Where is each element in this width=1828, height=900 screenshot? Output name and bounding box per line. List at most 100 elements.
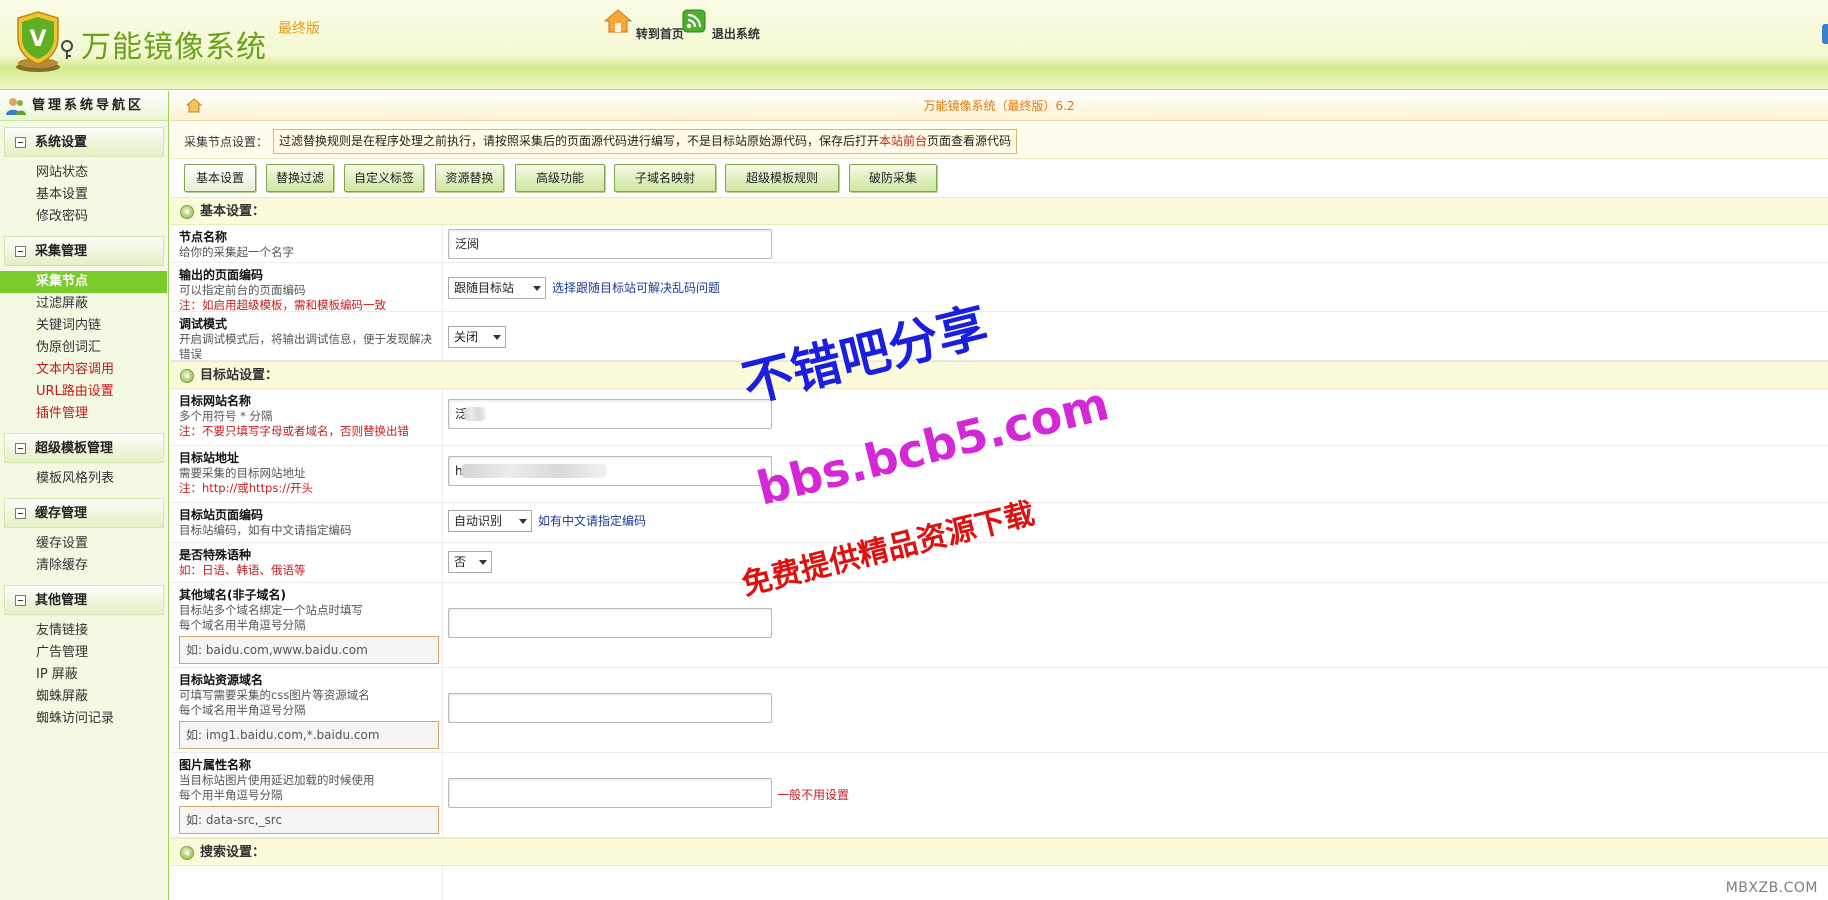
group-head-collect[interactable]: 采集管理 bbox=[4, 236, 164, 266]
dropdown-arrow-icon bbox=[533, 286, 541, 291]
notice-bar: 采集节点设置： 过滤替换规则是在程序处理之前执行，请按照采集后的页面源代码进行编… bbox=[170, 121, 1828, 159]
exit-system-button[interactable]: 退出系统 bbox=[680, 8, 760, 42]
group-cache: 缓存管理 缓存设置 清除缓存 bbox=[0, 498, 168, 579]
group-head-system[interactable]: 系统设置 bbox=[4, 127, 164, 157]
field-desc: 可以指定前台的页面编码 bbox=[179, 283, 306, 297]
field-note: 注：不要只填写字母或者域名，否则替换出错 bbox=[179, 424, 409, 438]
row-search-placeholder bbox=[170, 866, 1828, 900]
field-title: 是否特殊语种 bbox=[179, 548, 252, 562]
page-title: 万能镜像系统（最终版）6.2 bbox=[923, 99, 1075, 113]
field-desc: 给你的采集起一个名字 bbox=[179, 245, 294, 259]
menu-item-clear-cache[interactable]: 清除缓存 bbox=[0, 555, 168, 577]
menu-item-filter-block[interactable]: 过滤屏蔽 bbox=[0, 293, 168, 315]
blurred-text bbox=[461, 464, 607, 478]
example-box: 如: img1.baidu.com,*.baidu.com bbox=[179, 721, 439, 749]
field-title: 调试模式 bbox=[179, 317, 228, 331]
field-title: 输出的页面编码 bbox=[179, 268, 264, 282]
menu-item-plugins[interactable]: 插件管理 bbox=[0, 403, 168, 425]
menu-item-url-route[interactable]: URL路由设置 bbox=[0, 381, 168, 403]
group-label: 其他管理 bbox=[35, 593, 88, 608]
exit-system-label: 退出系统 bbox=[711, 27, 760, 41]
tab-replace-filter[interactable]: 替换过滤 bbox=[266, 164, 334, 192]
row-target-encoding: 目标站页面编码 目标站编码，如有中文请指定编码 自动识别 如有中文请指定编码 bbox=[170, 503, 1828, 543]
notice-label: 采集节点设置： bbox=[184, 135, 269, 149]
field-title: 目标站资源域名 bbox=[179, 673, 264, 687]
dropdown-arrow-icon bbox=[479, 560, 487, 565]
arrow-left-icon bbox=[180, 205, 194, 219]
menu-item-ads[interactable]: 广告管理 bbox=[0, 642, 168, 664]
output-encoding-select[interactable]: 跟随目标站 bbox=[448, 277, 546, 299]
row-target-url: 目标站地址 需要采集的目标网站地址 注：http://或https://开头 h bbox=[170, 446, 1828, 503]
example-box: 如: baidu.com,www.baidu.com bbox=[179, 636, 439, 664]
debug-mode-select[interactable]: 关闭 bbox=[448, 326, 506, 348]
tab-advanced[interactable]: 高级功能 bbox=[515, 164, 605, 192]
group-head-other[interactable]: 其他管理 bbox=[4, 585, 164, 615]
group-templates: 超级模板管理 模板风格列表 bbox=[0, 433, 168, 492]
row-debug-mode: 调试模式 开启调试模式后，将输出调试信息，便于发现解决错误 关闭 bbox=[170, 312, 1828, 361]
target-encoding-select[interactable]: 自动识别 bbox=[448, 510, 532, 532]
field-note: 注：http://或https://开头 bbox=[179, 481, 313, 495]
notice-frontend-link[interactable]: 本站前台 bbox=[879, 134, 927, 148]
menu-item-collect-node[interactable]: 采集节点 bbox=[0, 271, 167, 293]
field-title: 目标网站名称 bbox=[179, 394, 252, 408]
resource-domains-input[interactable] bbox=[448, 693, 772, 723]
target-encoding-hint: 如有中文请指定编码 bbox=[538, 514, 647, 528]
sidebar: 管理系统导航区 系统设置 网站状态 基本设置 修改密码 采集管理 采集节点 过滤… bbox=[0, 91, 169, 900]
tab-basic-settings[interactable]: 基本设置 bbox=[184, 164, 256, 192]
menu-item-change-password[interactable]: 修改密码 bbox=[0, 206, 168, 228]
field-title: 图片属性名称 bbox=[179, 758, 252, 772]
menu-item-cache-settings[interactable]: 缓存设置 bbox=[0, 533, 168, 555]
menu-item-ip-block[interactable]: IP 屏蔽 bbox=[0, 664, 168, 686]
menu-item-text-content[interactable]: 文本内容调用 bbox=[0, 359, 168, 381]
menu-item-keyword-links[interactable]: 关键词内链 bbox=[0, 315, 168, 337]
tab-custom-tags[interactable]: 自定义标签 bbox=[344, 164, 424, 192]
other-domains-input[interactable] bbox=[448, 608, 772, 638]
arrow-left-icon bbox=[180, 369, 194, 383]
field-desc: 目标站编码，如有中文请指定编码 bbox=[179, 523, 352, 537]
menu-item-friend-links[interactable]: 友情链接 bbox=[0, 620, 168, 642]
example-box: 如: data-src,_src bbox=[179, 806, 439, 834]
blurred-text bbox=[464, 407, 486, 421]
collapse-icon bbox=[15, 246, 26, 257]
section-target: 目标站设置： bbox=[170, 361, 1828, 389]
go-home-button[interactable]: 转到首页 bbox=[603, 8, 684, 42]
tab-anti-protect[interactable]: 破防采集 bbox=[849, 164, 937, 192]
output-encoding-hint: 选择跟随目标站可解决乱码问题 bbox=[552, 281, 721, 295]
arrow-left-icon bbox=[180, 846, 194, 860]
side-tab-handle[interactable] bbox=[1822, 24, 1828, 44]
shield-logo-icon: V bbox=[16, 11, 60, 72]
dropdown-arrow-icon bbox=[493, 335, 501, 340]
menu-item-site-status[interactable]: 网站状态 bbox=[0, 162, 168, 184]
field-desc: 每个域名用半角逗号分隔 bbox=[179, 703, 306, 717]
img-attr-hint: 一般不用设置 bbox=[777, 788, 850, 802]
node-name-input[interactable]: 泛阅 bbox=[448, 229, 772, 259]
home-icon bbox=[603, 9, 633, 33]
sidebar-title: 管理系统导航区 bbox=[0, 91, 168, 121]
img-attr-input[interactable] bbox=[448, 778, 772, 808]
app-edition: 最终版 bbox=[278, 21, 320, 37]
menu-item-basic-settings[interactable]: 基本设置 bbox=[0, 184, 168, 206]
target-name-input[interactable]: 泛 bbox=[448, 399, 772, 429]
home-icon[interactable] bbox=[186, 98, 202, 113]
menu-item-template-list[interactable]: 模板风格列表 bbox=[0, 468, 168, 490]
field-desc: 每个用半角逗号分隔 bbox=[179, 788, 283, 802]
field-desc: 可填写需要采集的css图片等资源域名 bbox=[179, 688, 370, 702]
menu-item-spider-log[interactable]: 蜘蛛访问记录 bbox=[0, 708, 168, 730]
main-content: 万能镜像系统（最终版）6.2 采集节点设置： 过滤替换规则是在程序处理之前执行，… bbox=[170, 91, 1828, 900]
group-head-cache[interactable]: 缓存管理 bbox=[4, 498, 164, 528]
collapse-icon bbox=[15, 443, 26, 454]
menu-item-spider-block[interactable]: 蜘蛛屏蔽 bbox=[0, 686, 168, 708]
group-head-templates[interactable]: 超级模板管理 bbox=[4, 433, 164, 463]
corner-watermark: MBXZB.COM bbox=[1725, 880, 1818, 896]
row-node-name: 节点名称 给你的采集起一个名字 泛阅 bbox=[170, 225, 1828, 263]
section-search: 搜索设置： bbox=[170, 838, 1828, 866]
tab-super-template-rules[interactable]: 超级模板规则 bbox=[725, 164, 839, 192]
go-home-label: 转到首页 bbox=[635, 27, 684, 41]
menu-item-pseudo-original[interactable]: 伪原创词汇 bbox=[0, 337, 168, 359]
special-lang-select[interactable]: 否 bbox=[448, 551, 492, 573]
tab-subdomain-map[interactable]: 子域名映射 bbox=[614, 164, 716, 192]
users-icon bbox=[6, 98, 26, 115]
tab-resource-replace[interactable]: 资源替换 bbox=[435, 164, 504, 192]
collapse-icon bbox=[15, 508, 26, 519]
row-resource-domains: 目标站资源域名 可填写需要采集的css图片等资源域名 每个域名用半角逗号分隔如: i… bbox=[170, 668, 1828, 753]
